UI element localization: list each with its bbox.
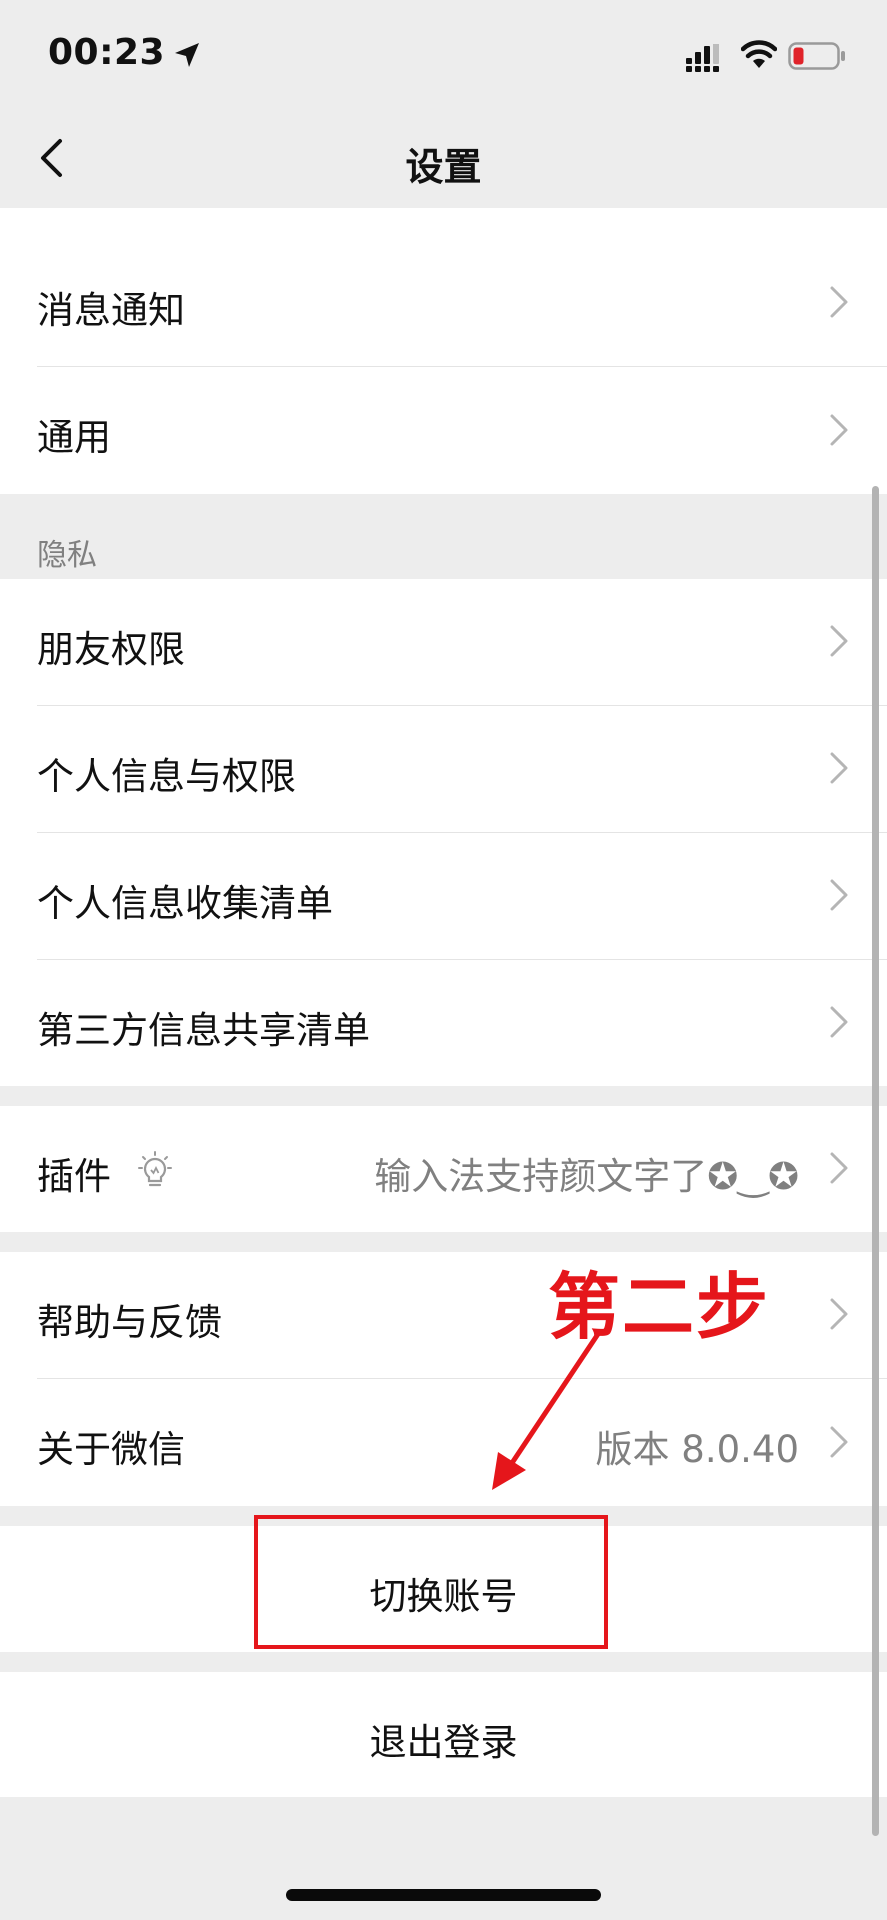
privacy-settings-group: 朋友权限 个人信息与权限 个人信息收集清单 第三方信息共享清单 <box>0 579 887 1086</box>
row-label: 消息通知 <box>37 289 185 332</box>
plugin-promo-text: 输入法支持颜文字了✪‿✪ <box>374 1155 799 1198</box>
header-strip <box>0 208 887 240</box>
row-label: 关于微信 <box>37 1428 185 1471</box>
row-label: 个人信息收集清单 <box>37 882 333 925</box>
row-label: 第三方信息共享清单 <box>37 1009 370 1052</box>
plugins-group: 插件 输入法支持颜文字了✪‿✪ <box>0 1106 887 1232</box>
settings-row-friend-permissions[interactable]: 朋友权限 <box>0 579 887 705</box>
status-bar: 00:23 <box>0 0 887 110</box>
general-settings-group: 消息通知 通用 <box>0 240 887 494</box>
logout-button[interactable]: 退出登录 <box>0 1672 887 1797</box>
chevron-right-icon <box>830 414 848 446</box>
status-time: 00:23 <box>48 32 166 73</box>
settings-row-third-party-sharing[interactable]: 第三方信息共享清单 <box>0 960 887 1086</box>
settings-row-plugins[interactable]: 插件 输入法支持颜文字了✪‿✪ <box>0 1106 887 1232</box>
settings-row-about-wechat[interactable]: 关于微信 版本 8.0.40 <box>0 1379 887 1506</box>
annotation-highlight-box <box>254 1515 608 1649</box>
row-label: 个人信息与权限 <box>37 755 296 798</box>
chevron-right-icon <box>830 625 848 657</box>
annotation-arrow <box>492 1331 601 1490</box>
row-label: 帮助与反馈 <box>37 1301 222 1344</box>
chevron-right-icon <box>830 1298 848 1330</box>
chevron-right-icon <box>830 752 848 784</box>
wifi-icon <box>741 40 777 68</box>
row-label: 通用 <box>37 416 111 459</box>
version-text: 版本 8.0.40 <box>595 1428 799 1471</box>
settings-row-notifications[interactable]: 消息通知 <box>0 240 887 366</box>
logout-label: 退出登录 <box>369 1721 518 1764</box>
row-label: 插件 <box>37 1155 111 1198</box>
settings-row-personal-info-collection[interactable]: 个人信息收集清单 <box>0 833 887 959</box>
lightbulb-icon <box>138 1151 172 1187</box>
chevron-right-icon <box>830 1006 848 1038</box>
location-arrow-icon <box>175 43 199 67</box>
section-title-privacy: 隐私 <box>37 538 97 573</box>
settings-row-general[interactable]: 通用 <box>0 367 887 494</box>
battery-low-icon <box>788 42 845 70</box>
cellular-signal-icon <box>686 44 719 72</box>
scrollbar[interactable] <box>872 486 879 1836</box>
row-label: 朋友权限 <box>37 628 185 671</box>
chevron-right-icon <box>830 286 848 318</box>
chevron-right-icon <box>830 879 848 911</box>
chevron-right-icon <box>830 1426 848 1458</box>
page-title: 设置 <box>405 145 482 189</box>
settings-row-personal-info-permissions[interactable]: 个人信息与权限 <box>0 706 887 832</box>
chevron-right-icon <box>830 1152 848 1184</box>
home-indicator[interactable] <box>286 1889 601 1901</box>
